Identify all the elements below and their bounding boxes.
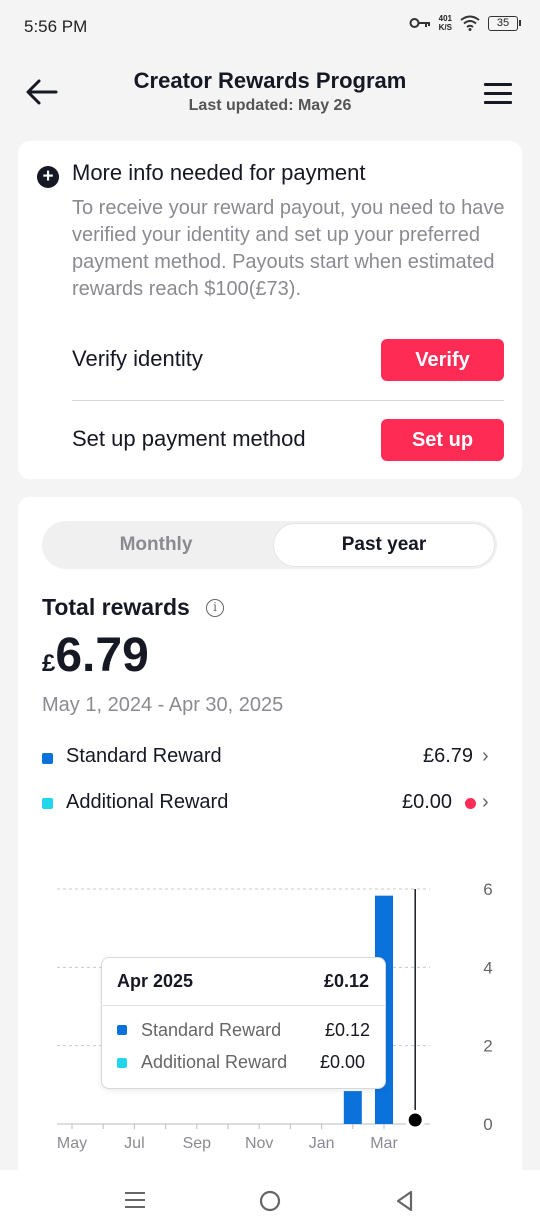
network-speed: 401 K/S: [439, 14, 452, 32]
tooltip-divider: [101, 1005, 386, 1006]
y-tick-label: 4: [483, 958, 492, 977]
tooltip-standard-label: Standard Reward: [141, 1020, 282, 1040]
back-triangle-icon[interactable]: [394, 1189, 414, 1213]
x-tick-label: Jul: [124, 1135, 144, 1152]
divider: [72, 400, 504, 401]
amount-value: 6.79: [55, 629, 149, 682]
additional-reward-swatch: [42, 798, 53, 809]
x-tick-label: Nov: [245, 1135, 273, 1152]
set-up-button[interactable]: Set up: [381, 419, 504, 461]
additional-reward-value[interactable]: £0.00: [402, 791, 452, 814]
system-nav-bar: [0, 1170, 540, 1230]
tooltip-additional-value: £0.00: [320, 1052, 366, 1072]
key-icon: [409, 18, 430, 28]
wifi-icon: [460, 15, 480, 31]
chevron-right-icon[interactable]: ›: [482, 791, 489, 814]
menu-icon[interactable]: [482, 78, 514, 108]
battery-icon: 35: [488, 15, 521, 31]
battery-level: 35: [496, 17, 510, 29]
selection-dot: [408, 1113, 422, 1127]
x-tick-label: Mar: [370, 1135, 398, 1152]
verify-identity-label: Verify identity: [72, 346, 203, 371]
reward-period: May 1, 2024 - Apr 30, 2025: [42, 694, 284, 716]
plus-circle-icon: +: [37, 166, 59, 188]
tab-monthly[interactable]: Monthly: [42, 521, 270, 569]
y-tick-label: 6: [483, 880, 492, 899]
x-tick-label: Sep: [183, 1135, 212, 1152]
tooltip-standard-value: £0.12: [325, 1020, 371, 1040]
verify-button[interactable]: Verify: [381, 339, 504, 381]
additional-reward-label[interactable]: Additional Reward: [66, 791, 228, 814]
standard-reward-label[interactable]: Standard Reward: [66, 745, 222, 768]
alert-dot: [465, 798, 476, 809]
total-amount: £6.79: [42, 628, 149, 683]
recent-apps-icon[interactable]: [124, 1190, 146, 1210]
status-bar: 5:56 PM 401 K/S 35: [0, 0, 540, 56]
tab-past-year[interactable]: Past year: [273, 521, 495, 569]
standard-reward-value[interactable]: £6.79: [423, 745, 473, 768]
total-rewards-label: Total rewards: [42, 594, 190, 620]
payment-card-title: More info needed for payment: [72, 160, 366, 185]
x-tick-label: May: [57, 1135, 87, 1152]
info-icon[interactable]: i: [206, 599, 224, 617]
status-time: 5:56 PM: [24, 17, 88, 36]
tooltip-total: £0.12: [324, 971, 370, 991]
chevron-right-icon[interactable]: ›: [482, 745, 489, 768]
standard-reward-swatch: [42, 753, 53, 764]
page-title: Creator Rewards Program: [133, 68, 407, 93]
tooltip-month: Apr 2025: [117, 971, 194, 991]
network-speed-value: 401: [438, 14, 452, 23]
home-icon[interactable]: [258, 1189, 282, 1213]
payment-method-label: Set up payment method: [72, 426, 306, 451]
last-updated: Last updated: May 26: [188, 97, 352, 114]
currency-symbol: £: [42, 650, 56, 677]
status-icons: 401 K/S 35: [409, 14, 521, 32]
tooltip-standard-swatch: [117, 1025, 127, 1035]
tooltip-additional-swatch: [117, 1058, 127, 1068]
payment-card-body: To receive your reward payout, you need …: [72, 197, 505, 300]
y-tick-label: 2: [483, 1037, 492, 1056]
tooltip-additional-label: Additional Reward: [141, 1052, 288, 1072]
bar: [343, 1091, 362, 1124]
y-tick-label: 0: [483, 1115, 492, 1134]
x-tick-label: Jan: [309, 1135, 335, 1152]
network-speed-unit: K/S: [438, 23, 452, 32]
